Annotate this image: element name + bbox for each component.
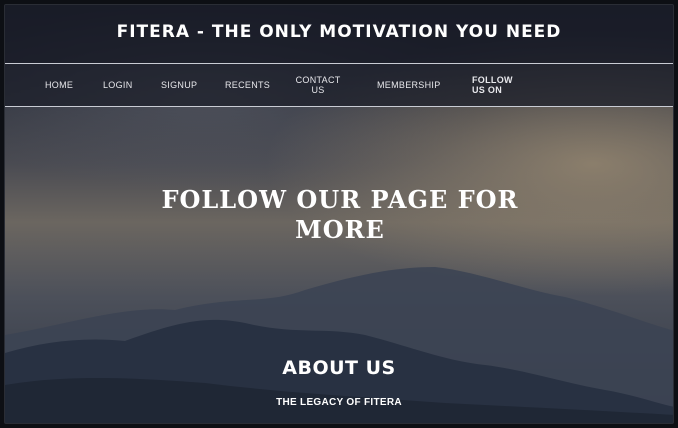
nav-membership[interactable]: MEMBERSHIP: [377, 64, 441, 106]
hero-heading: FOLLOW OUR PAGE FOR MORE: [161, 185, 519, 244]
about-title: ABOUT US: [282, 357, 396, 379]
site-header: FITERA - THE ONLY MOTIVATION YOU NEED: [5, 5, 673, 63]
site-title: FITERA - THE ONLY MOTIVATION YOU NEED: [116, 22, 562, 42]
main-nav: HOME LOGIN SIGNUP RECENTS CONTACT US MEM…: [5, 63, 673, 107]
nav-recents[interactable]: RECENTS: [225, 64, 270, 106]
page-frame: FITERA - THE ONLY MOTIVATION YOU NEED HO…: [4, 4, 674, 424]
nav-signup[interactable]: SIGNUP: [161, 64, 197, 106]
nav-contact-us[interactable]: CONTACT US: [296, 64, 341, 106]
about-subtitle: THE LEGACY OF FITERA: [276, 397, 402, 408]
nav-login[interactable]: LOGIN: [103, 64, 133, 106]
nav-follow-us-on[interactable]: FOLLOW US ON: [472, 64, 528, 106]
nav-home[interactable]: HOME: [45, 64, 73, 106]
